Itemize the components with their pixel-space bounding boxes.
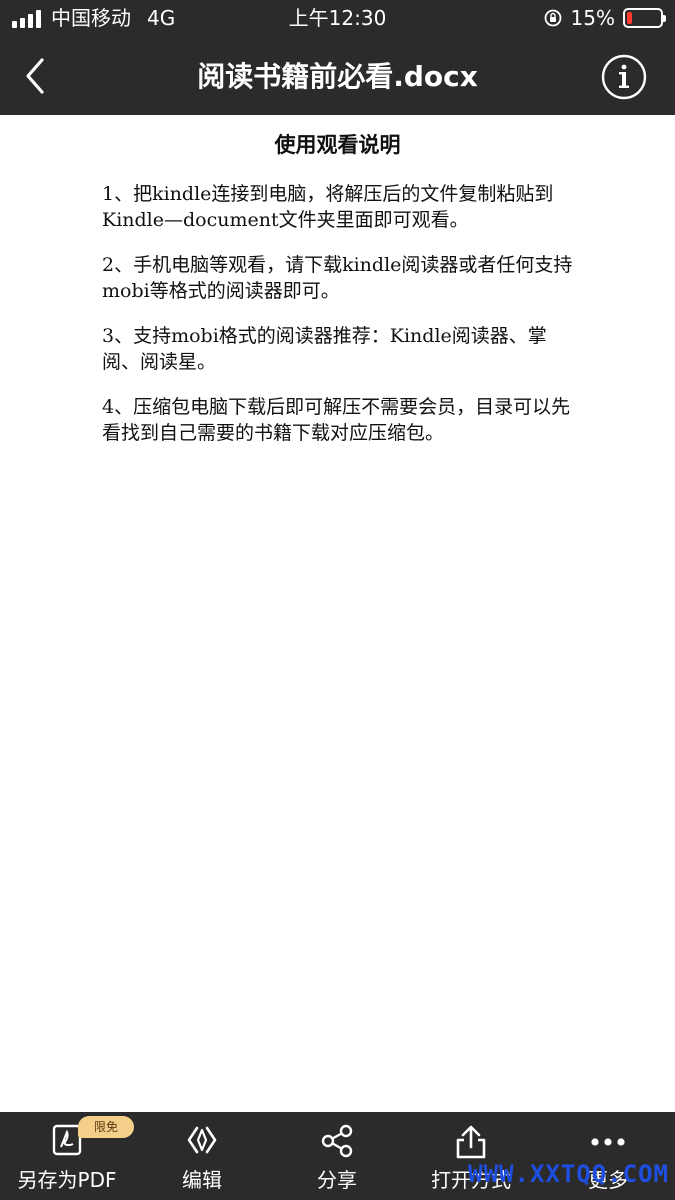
info-circle-icon[interactable] (601, 54, 647, 100)
save-as-pdf-label: 另存为PDF (17, 1168, 117, 1192)
battery-icon (623, 8, 666, 28)
open-with-icon (456, 1125, 486, 1159)
document-paragraph: 2、手机电脑等观看，请下载kindle阅读器或者任何支持mobi等格式的阅读器即… (102, 254, 573, 302)
document-paragraph: 3、支持mobi格式的阅读器推荐：Kindle阅读器、掌阅、阅读星。 (102, 325, 547, 373)
watermark: WWW.XXTQQ.COM (468, 1160, 669, 1188)
share-label: 分享 (317, 1168, 357, 1192)
share-button[interactable]: 分享 (272, 1112, 402, 1200)
share-icon (321, 1124, 353, 1158)
document-paragraph: 4、压缩包电脑下载后即可解压不需要会员，目录可以先看找到自己需要的书籍下载对应压… (102, 396, 571, 444)
document-paragraph: 1、把kindle连接到电脑，将解压后的文件复制粘贴到Kindle—docume… (102, 183, 554, 231)
rotation-lock-icon (544, 9, 561, 27)
status-bar: 中国移动 4G 上午12:30 15% (0, 0, 675, 38)
free-badge: 限免 (78, 1116, 134, 1138)
edit-brackets-icon (187, 1126, 217, 1154)
nav-bar: 阅读书籍前必看.docx (0, 38, 675, 115)
status-bar-right: 15% (543, 6, 666, 30)
save-as-pdf-button[interactable]: 限免 另存为PDF (2, 1112, 134, 1200)
document-view[interactable]: 使用观看说明 1、把kindle连接到电脑，将解压后的文件复制粘贴到Kindle… (0, 115, 675, 1112)
chevron-left-icon[interactable] (20, 56, 50, 96)
battery-level-fill (627, 12, 632, 24)
document-heading: 使用观看说明 (274, 133, 401, 157)
document-body: 1、把kindle连接到电脑，将解压后的文件复制粘贴到Kindle—docume… (102, 181, 580, 465)
edit-button[interactable]: 编辑 (137, 1112, 267, 1200)
more-icon (591, 1138, 625, 1146)
battery-percent: 15% (570, 6, 615, 30)
edit-label: 编辑 (182, 1168, 222, 1192)
page-title: 阅读书籍前必看.docx (197, 60, 478, 93)
